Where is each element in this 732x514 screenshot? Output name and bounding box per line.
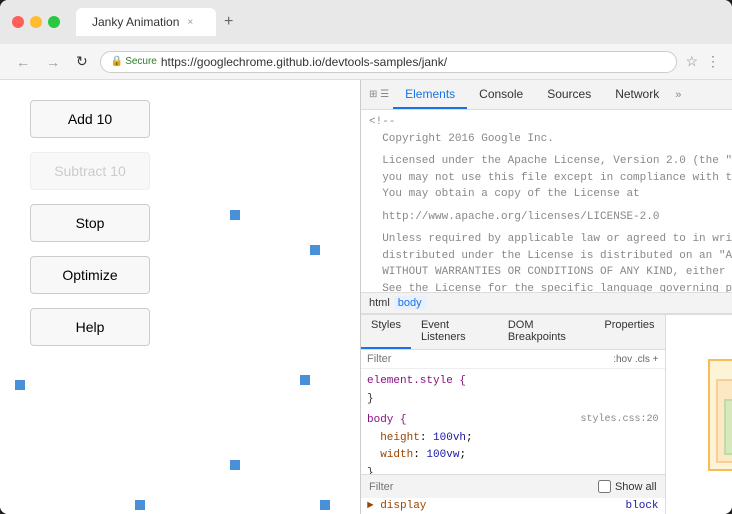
title-bar: Janky Animation × +	[0, 0, 732, 44]
forward-button[interactable]: →	[42, 52, 64, 72]
code-panel: <!-- Copyright 2016 Google Inc. Licensed…	[361, 110, 732, 292]
style-selector: element.style {	[367, 375, 466, 387]
tab-elements[interactable]: Elements	[393, 81, 467, 109]
style-rule: element.style { }	[367, 373, 659, 408]
devtools-tab-bar: ⊞ ☰ Elements Console Sources Network » ●…	[361, 80, 732, 110]
breadcrumb-html[interactable]: html	[369, 297, 390, 309]
styles-tab-event-listeners[interactable]: Event Listeners	[411, 315, 498, 349]
animation-dot	[310, 245, 320, 255]
secure-badge: 🔒 Secure	[111, 56, 157, 67]
tab-network[interactable]: Network	[603, 81, 671, 109]
devtools-panel: ⊞ ☰ Elements Console Sources Network » ●…	[360, 80, 732, 514]
animation-dot	[230, 210, 240, 220]
box-model: margin border padding 514 × 627	[666, 315, 732, 514]
webpage-controls: Add 10 Subtract 10 Stop Optimize Help	[0, 80, 360, 366]
styles-filter-input[interactable]	[367, 353, 609, 365]
styles-tabs: Styles Event Listeners DOM Breakpoints P…	[361, 315, 665, 350]
computed-filter-input[interactable]	[369, 481, 590, 493]
stop-button[interactable]: Stop	[30, 204, 150, 242]
display-property-row: ► display block	[361, 498, 665, 514]
minimize-button[interactable]	[30, 16, 42, 28]
style-selector: body {	[367, 414, 407, 426]
style-prop: width	[380, 449, 413, 461]
content-area: Add 10 Subtract 10 Stop Optimize Help ⊞ …	[0, 80, 732, 514]
code-line: <!--	[361, 114, 732, 131]
styles-filter-bar: :hov .cls +	[361, 350, 665, 369]
close-button[interactable]	[12, 16, 24, 28]
code-line: Unless required by applicable law or agr…	[361, 231, 732, 248]
style-val: 100vw	[426, 449, 459, 461]
animation-dot	[15, 380, 25, 390]
menu-icon[interactable]: ⋮	[706, 53, 720, 70]
code-line: Licensed under the Apache License, Versi…	[361, 153, 732, 170]
bookmark-icon[interactable]: ☆	[685, 53, 698, 70]
computed-filter-bar: Show all	[361, 474, 665, 498]
code-line: http://www.apache.org/licenses/LICENSE-2…	[361, 209, 732, 226]
breadcrumb-bar: html body	[361, 292, 732, 314]
back-button[interactable]: ←	[12, 52, 34, 72]
devtools-toggle-icon[interactable]: ⊞ ☰	[365, 89, 393, 100]
nav-bar: ← → ↻ 🔒 Secure https://googlechrome.gith…	[0, 44, 732, 80]
tab-bar: Janky Animation × +	[76, 8, 720, 36]
code-line: Copyright 2016 Google Inc.	[361, 131, 732, 148]
code-line: See the License for the specific languag…	[361, 281, 732, 293]
hov-cls-buttons[interactable]: :hov .cls +	[613, 354, 658, 365]
subtract-10-button[interactable]: Subtract 10	[30, 152, 150, 190]
new-tab-button[interactable]: +	[224, 13, 233, 31]
address-bar[interactable]: 🔒 Secure https://googlechrome.github.io/…	[100, 51, 678, 73]
optimize-button[interactable]: Optimize	[30, 256, 150, 294]
style-brace: }	[367, 393, 374, 405]
reload-button[interactable]: ↻	[72, 51, 92, 72]
display-prop: ► display	[367, 500, 426, 512]
styles-content: element.style { } body { styles.css:20 h…	[361, 369, 665, 474]
margin-label: margin	[716, 367, 732, 377]
animation-dot	[300, 375, 310, 385]
code-line: You may obtain a copy of the License at	[361, 186, 732, 203]
style-rule-body: body { styles.css:20 height: 100vh; widt…	[367, 412, 659, 474]
tab-title: Janky Animation	[92, 15, 179, 29]
tab-console[interactable]: Console	[467, 81, 535, 109]
traffic-lights	[12, 16, 60, 28]
code-line: distributed under the License is distrib…	[361, 248, 732, 265]
style-brace: }	[367, 467, 374, 474]
tab-sources[interactable]: Sources	[535, 81, 603, 109]
border-label: border	[724, 387, 732, 397]
display-val: block	[626, 500, 659, 512]
box-margin: margin border padding 514 × 627	[708, 359, 732, 471]
nav-icons: ☆ ⋮	[685, 53, 720, 70]
add-10-button[interactable]: Add 10	[30, 100, 150, 138]
animation-dot	[135, 500, 145, 510]
code-line: WITHOUT WARRANTIES OR CONDITIONS OF ANY …	[361, 264, 732, 281]
box-border: border padding 514 × 627	[716, 379, 732, 463]
style-prop: height	[380, 432, 420, 444]
animation-dot	[230, 460, 240, 470]
styles-panel: Styles Event Listeners DOM Breakpoints P…	[361, 315, 666, 514]
code-line: you may not use this file except in comp…	[361, 170, 732, 187]
url-text: https://googlechrome.github.io/devtools-…	[161, 55, 447, 69]
style-source: styles.css:20	[581, 412, 659, 428]
tab-close-button[interactable]: ×	[187, 17, 193, 28]
styles-tab-styles[interactable]: Styles	[361, 315, 411, 349]
show-all-checkbox[interactable]	[598, 480, 611, 493]
maximize-button[interactable]	[48, 16, 60, 28]
styles-tab-properties[interactable]: Properties	[594, 315, 664, 349]
animation-dot	[320, 500, 330, 510]
box-padding: padding 514 × 627	[724, 399, 732, 455]
more-tabs-icon[interactable]: »	[671, 89, 685, 101]
browser-window: Janky Animation × + ← → ↻ 🔒 Secure https…	[0, 0, 732, 514]
show-all-label[interactable]: Show all	[598, 480, 657, 493]
breadcrumb-body[interactable]: body	[394, 296, 426, 310]
styles-tab-dom-breakpoints[interactable]: DOM Breakpoints	[498, 315, 595, 349]
style-val: 100vh	[433, 432, 466, 444]
styles-area: Styles Event Listeners DOM Breakpoints P…	[361, 314, 732, 514]
help-button[interactable]: Help	[30, 308, 150, 346]
browser-tab[interactable]: Janky Animation ×	[76, 8, 216, 36]
webpage-panel: Add 10 Subtract 10 Stop Optimize Help	[0, 80, 360, 514]
